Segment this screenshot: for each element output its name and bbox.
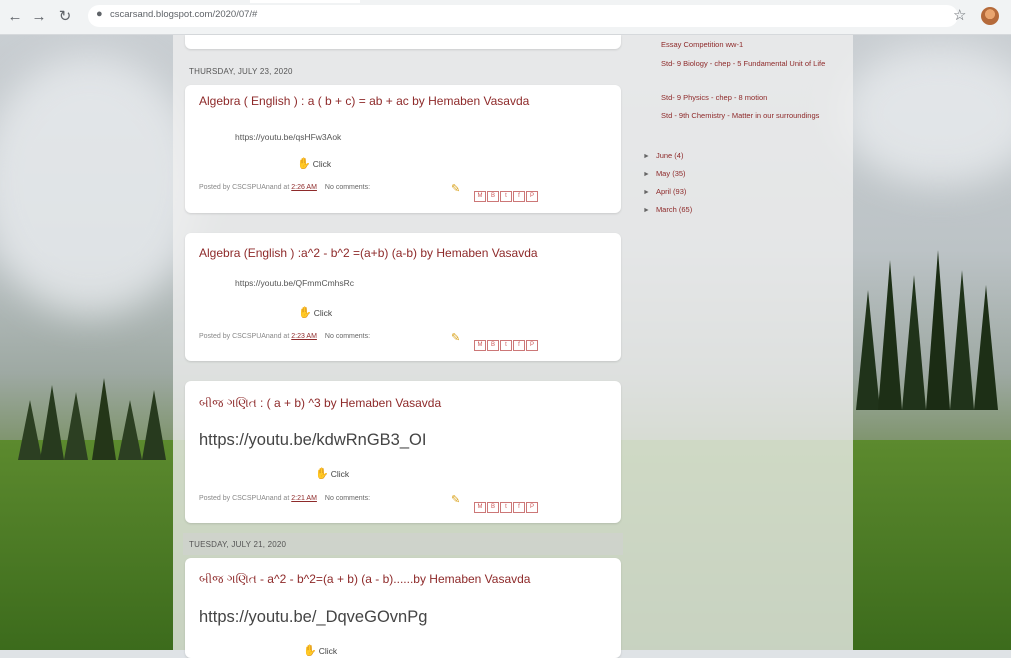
post-timestamp[interactable]: 2:21 AM xyxy=(291,495,317,502)
share-buttons[interactable]: MBtfP xyxy=(474,184,539,202)
reload-icon[interactable]: ↻ xyxy=(56,8,74,26)
edit-pencil-icon[interactable]: ✎ xyxy=(451,493,460,506)
blog-column: THURSDAY, JULY 23, 2020 Algebra ( Englis… xyxy=(173,35,853,658)
fog-decoration xyxy=(0,55,200,315)
lock-icon: ● xyxy=(96,8,103,20)
expand-triangle-icon: ► xyxy=(643,171,650,178)
tree-decoration xyxy=(40,385,64,460)
click-link[interactable]: ✋ Click xyxy=(315,467,349,480)
archive-item-june[interactable]: ► June (4) xyxy=(643,151,683,160)
tree-decoration xyxy=(142,390,166,460)
sidebar-post-link[interactable]: Std- 9 Biology - chep - 5 Fundamental Un… xyxy=(661,59,836,68)
post-title[interactable]: બીજ ગણિત - a^2 - b^2=(a + b) (a - b)....… xyxy=(199,572,530,587)
click-link[interactable]: ✋ Click xyxy=(297,157,331,170)
date-header: TUESDAY, JULY 21, 2020 xyxy=(189,540,287,549)
hand-pointer-icon: ✋ xyxy=(315,468,329,480)
avatar[interactable] xyxy=(981,7,999,25)
archive-item-may[interactable]: ► May (35) xyxy=(643,169,686,178)
expand-triangle-icon: ► xyxy=(643,153,650,160)
post-link[interactable]: https://youtu.be/_DqveGOvnPg xyxy=(199,608,427,627)
post-timestamp[interactable]: 2:26 AM xyxy=(291,184,317,191)
post-link[interactable]: https://youtu.be/QFmmCmhsRc xyxy=(235,278,354,288)
tree-decoration xyxy=(18,400,42,460)
active-tab-indicator xyxy=(250,0,360,3)
post-timestamp[interactable]: 2:23 AM xyxy=(291,333,317,340)
hand-pointer-icon: ✋ xyxy=(298,307,312,319)
tree-decoration xyxy=(950,270,974,410)
forward-icon[interactable]: → xyxy=(30,8,48,26)
back-icon[interactable]: ← xyxy=(6,8,24,26)
edit-pencil-icon[interactable]: ✎ xyxy=(451,182,460,195)
sidebar-post-link[interactable]: Essay Competition ww-1 xyxy=(661,40,841,49)
share-buttons[interactable]: MBtfP xyxy=(474,333,539,351)
comments-link[interactable]: No comments: xyxy=(325,184,370,191)
post-link[interactable]: https://youtu.be/kdwRnGB3_OI xyxy=(199,431,426,450)
sidebar-post-link[interactable]: Std - 9th Chemistry - Matter in our surr… xyxy=(661,111,821,120)
post-title[interactable]: Algebra ( English ) : a ( b + c) = ab + … xyxy=(199,94,529,108)
post-footer: Posted by CSCSPUAnand at 2:23 AM No comme… xyxy=(199,333,371,340)
tree-decoration xyxy=(64,392,88,460)
post-card: Algebra ( English ) : a ( b + c) = ab + … xyxy=(185,85,621,213)
sidebar-post-link[interactable]: Std- 9 Physics - chep - 8 motion xyxy=(661,93,836,102)
post-title[interactable]: Algebra (English ) :a^2 - b^2 =(a+b) (a-… xyxy=(199,246,538,260)
tree-decoration xyxy=(926,250,950,410)
star-icon[interactable]: ☆ xyxy=(953,6,966,24)
click-link[interactable]: ✋ Click xyxy=(298,306,332,319)
comments-link[interactable]: No comments: xyxy=(325,495,370,502)
tree-decoration xyxy=(92,378,116,460)
comments-link[interactable]: No comments: xyxy=(325,333,370,340)
url-text: cscarsand.blogspot.com/2020/07/# xyxy=(110,9,258,20)
post-footer: Posted by CSCSPUAnand at 2:26 AM No comme… xyxy=(199,184,371,191)
archive-item-march[interactable]: ► March (65) xyxy=(643,205,692,214)
edit-pencil-icon[interactable]: ✎ xyxy=(451,331,460,344)
archive-item-april[interactable]: ► April (93) xyxy=(643,187,686,196)
address-bar[interactable]: ● cscarsand.blogspot.com/2020/07/# xyxy=(88,5,958,27)
post-card: બીજ ગણિત : ( a + b) ^3 by Hemaben Vasavd… xyxy=(185,381,621,523)
tree-decoration xyxy=(856,290,880,410)
date-header: THURSDAY, JULY 23, 2020 xyxy=(189,67,293,76)
hand-pointer-icon: ✋ xyxy=(303,645,317,657)
post-link[interactable]: https://youtu.be/qsHFw3Aok xyxy=(235,132,341,142)
click-link[interactable]: ✋ Click xyxy=(303,644,337,657)
tree-decoration xyxy=(902,275,926,410)
fog-decoration xyxy=(840,45,1011,185)
expand-triangle-icon: ► xyxy=(643,189,650,196)
post-card: Algebra (English ) :a^2 - b^2 =(a+b) (a-… xyxy=(185,233,621,361)
expand-triangle-icon: ► xyxy=(643,207,650,214)
previous-post-bottom xyxy=(185,35,621,49)
post-title[interactable]: બીજ ગણિત : ( a + b) ^3 by Hemaben Vasavd… xyxy=(199,396,441,411)
post-card: બીજ ગણિત - a^2 - b^2=(a + b) (a - b)....… xyxy=(185,558,621,658)
hand-pointer-icon: ✋ xyxy=(297,158,311,170)
tree-decoration xyxy=(118,400,142,460)
share-buttons[interactable]: MBtfP xyxy=(474,495,539,513)
post-footer: Posted by CSCSPUAnand at 2:21 AM No comme… xyxy=(199,495,371,502)
tree-decoration xyxy=(974,285,998,410)
browser-toolbar: ← → ↻ ● cscarsand.blogspot.com/2020/07/#… xyxy=(0,0,1011,35)
tree-decoration xyxy=(878,260,902,410)
